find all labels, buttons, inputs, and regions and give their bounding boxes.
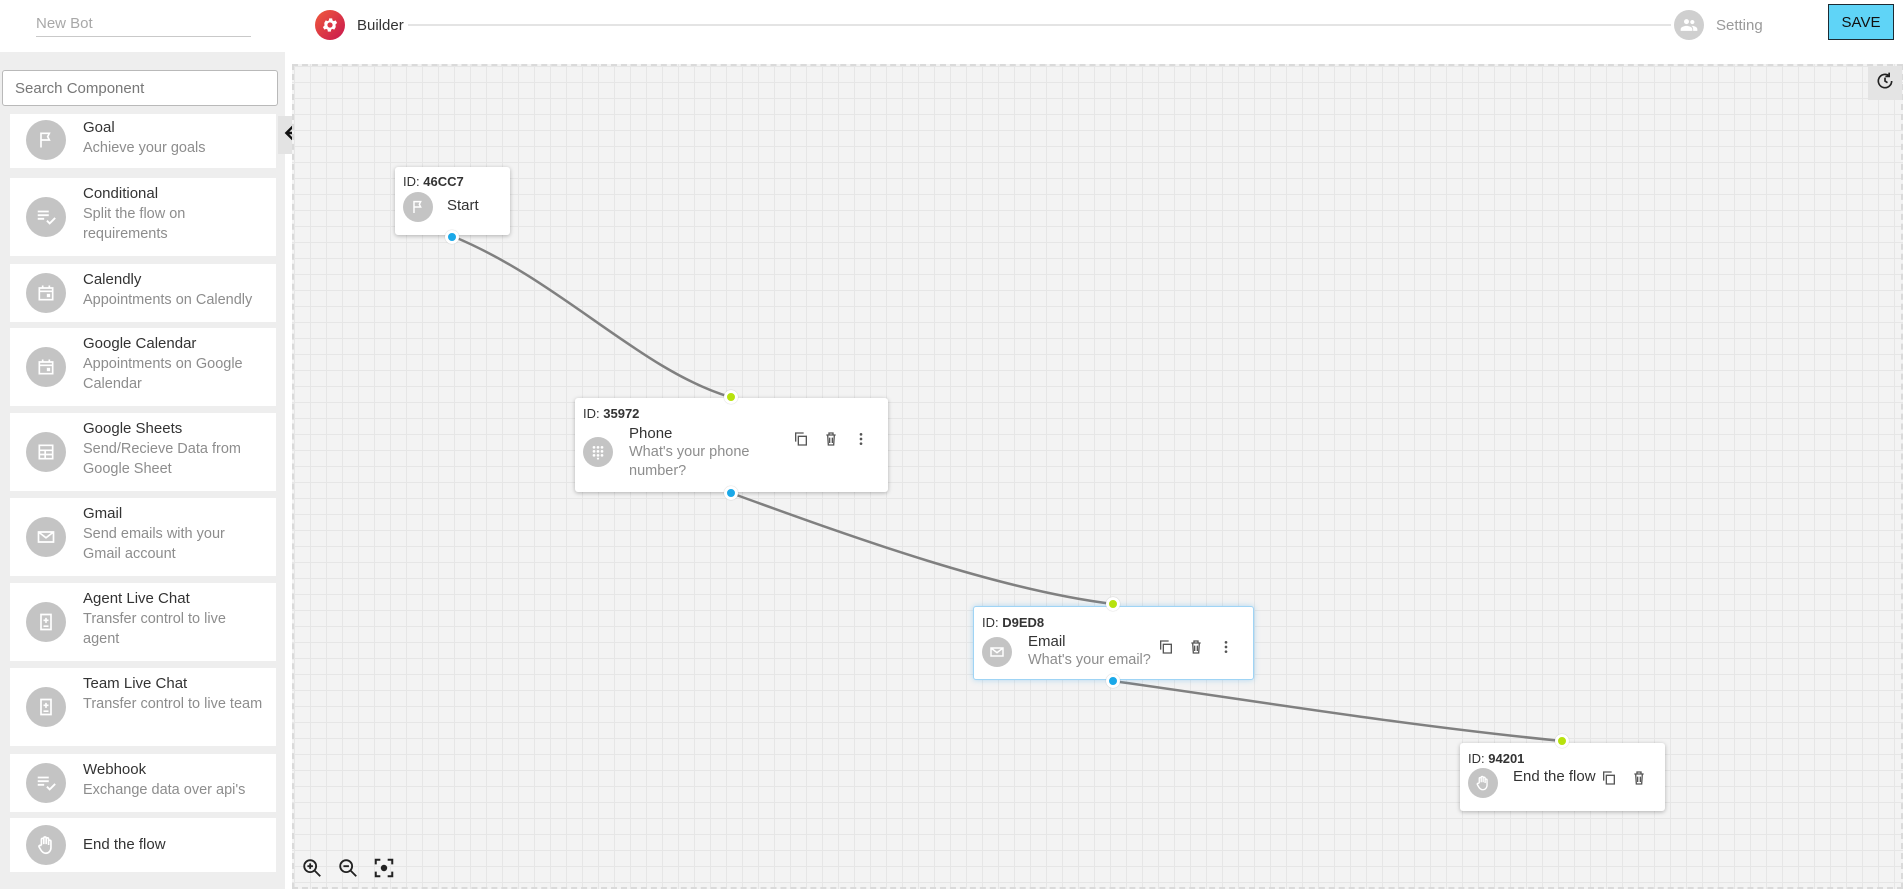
copy-icon[interactable] xyxy=(1600,769,1618,787)
component-title: Gmail xyxy=(83,505,123,522)
node-output-port[interactable] xyxy=(1106,674,1120,688)
save-button[interactable]: SAVE xyxy=(1828,4,1894,40)
search-component-input[interactable] xyxy=(2,70,278,106)
node-title: Phone xyxy=(629,425,673,442)
flow-node-end-the-flow[interactable]: ID: 94201 End the flow xyxy=(1460,743,1665,811)
component-end-the-flow[interactable]: End the flow xyxy=(10,818,276,872)
component-description: Transfer control to live team xyxy=(83,696,263,712)
component-calendly[interactable]: Calendly Appointments on Calendly xyxy=(10,264,276,322)
step-label: Builder xyxy=(357,16,404,34)
hand-icon xyxy=(26,825,66,865)
component-conditional[interactable]: Conditional Split the flow on requiremen… xyxy=(10,178,276,256)
component-title: Google Sheets xyxy=(83,420,183,437)
badge-icon xyxy=(26,602,66,642)
node-input-port[interactable] xyxy=(1106,597,1120,611)
step-setting[interactable]: Setting xyxy=(1674,10,1763,40)
node-title: Start xyxy=(447,197,479,214)
flag-icon xyxy=(403,192,433,222)
component-google-calendar[interactable]: Google Calendar Appointments on Google C… xyxy=(10,328,276,406)
component-title: Webhook xyxy=(83,761,147,778)
component-description: Send emails with your Gmail account xyxy=(83,526,225,562)
trash-icon[interactable] xyxy=(1630,769,1648,787)
mail-icon xyxy=(26,517,66,557)
zoom-toolbar xyxy=(300,856,396,880)
component-title: Goal xyxy=(83,119,115,136)
component-agent-live-chat[interactable]: Agent Live Chat Transfer control to live… xyxy=(10,583,276,661)
mail-icon xyxy=(982,637,1012,667)
step-builder[interactable]: Builder xyxy=(315,10,404,40)
hand-icon xyxy=(1468,768,1498,798)
component-title: Calendly xyxy=(83,271,142,288)
flow-node-phone[interactable]: ID: 35972 Phone What's your phone number… xyxy=(575,398,888,492)
component-team-live-chat[interactable]: Team Live Chat Transfer control to live … xyxy=(10,668,276,746)
component-title: Google Calendar xyxy=(83,335,197,352)
component-goal[interactable]: Goal Achieve your goals xyxy=(10,114,276,168)
component-description: Split the flow on requirements xyxy=(83,206,186,242)
component-description: Achieve your goals xyxy=(83,140,206,156)
node-input-port[interactable] xyxy=(1555,734,1569,748)
component-gmail[interactable]: Gmail Send emails with your Gmail accoun… xyxy=(10,498,276,576)
node-input-port[interactable] xyxy=(724,390,738,404)
component-description: Exchange data over api's xyxy=(83,782,246,798)
node-id: ID: 46CC7 xyxy=(403,174,464,189)
step-label: Setting xyxy=(1716,16,1763,34)
badge-icon xyxy=(26,687,66,727)
sheet-icon xyxy=(26,432,66,472)
calendar-icon xyxy=(26,347,66,387)
node-id: ID: 94201 xyxy=(1468,751,1525,766)
node-id: ID: 35972 xyxy=(583,406,640,421)
node-title: Email xyxy=(1028,633,1066,650)
top-bar: Builder Setting SAVE xyxy=(0,0,1903,52)
more-vert-icon[interactable] xyxy=(852,430,870,448)
component-title: Conditional xyxy=(83,185,159,202)
calendar-icon xyxy=(26,273,66,313)
trash-icon[interactable] xyxy=(822,430,840,448)
gear-icon xyxy=(315,10,345,40)
node-output-port[interactable] xyxy=(445,230,459,244)
zoom-out-icon[interactable] xyxy=(336,856,360,880)
stepper-line xyxy=(408,24,1671,26)
node-id: ID: D9ED8 xyxy=(982,615,1045,630)
reset-view-button[interactable] xyxy=(1868,66,1902,100)
fit-view-icon[interactable] xyxy=(372,856,396,880)
flag-icon xyxy=(26,120,66,160)
trash-icon[interactable] xyxy=(1187,638,1205,656)
component-title: Agent Live Chat xyxy=(83,590,190,607)
more-vert-icon[interactable] xyxy=(1217,638,1235,656)
node-title: End the flow xyxy=(1513,768,1596,785)
bot-name-input[interactable] xyxy=(36,10,251,37)
flow-node-start[interactable]: ID: 46CC7 Start xyxy=(395,167,510,235)
component-webhook[interactable]: Webhook Exchange data over api's xyxy=(10,754,276,812)
component-description: Send/Recieve Data from Google Sheet xyxy=(83,441,241,477)
component-description: Transfer control to live agent xyxy=(83,611,226,647)
node-output-port[interactable] xyxy=(724,486,738,500)
component-title: End the flow xyxy=(83,836,166,853)
copy-icon[interactable] xyxy=(1157,638,1175,656)
checklist-icon xyxy=(26,763,66,803)
zoom-in-icon[interactable] xyxy=(300,856,324,880)
component-description: Appointments on Google Calendar xyxy=(83,356,243,392)
component-title: Team Live Chat xyxy=(83,675,188,692)
component-google-sheets[interactable]: Google Sheets Send/Recieve Data from Goo… xyxy=(10,413,276,491)
component-description: Appointments on Calendly xyxy=(83,292,253,308)
node-description: What's your email? xyxy=(1028,652,1151,668)
node-description: What's your phone number? xyxy=(629,444,750,479)
refresh-icon xyxy=(1875,71,1895,96)
component-sidebar: Goal Achieve your goals Conditional Spli… xyxy=(0,52,285,889)
flow-node-email[interactable]: ID: D9ED8 Email What's your email? xyxy=(973,606,1254,680)
group-icon xyxy=(1674,10,1704,40)
dialpad-icon xyxy=(583,437,613,467)
copy-icon[interactable] xyxy=(792,430,810,448)
checklist-icon xyxy=(26,197,66,237)
